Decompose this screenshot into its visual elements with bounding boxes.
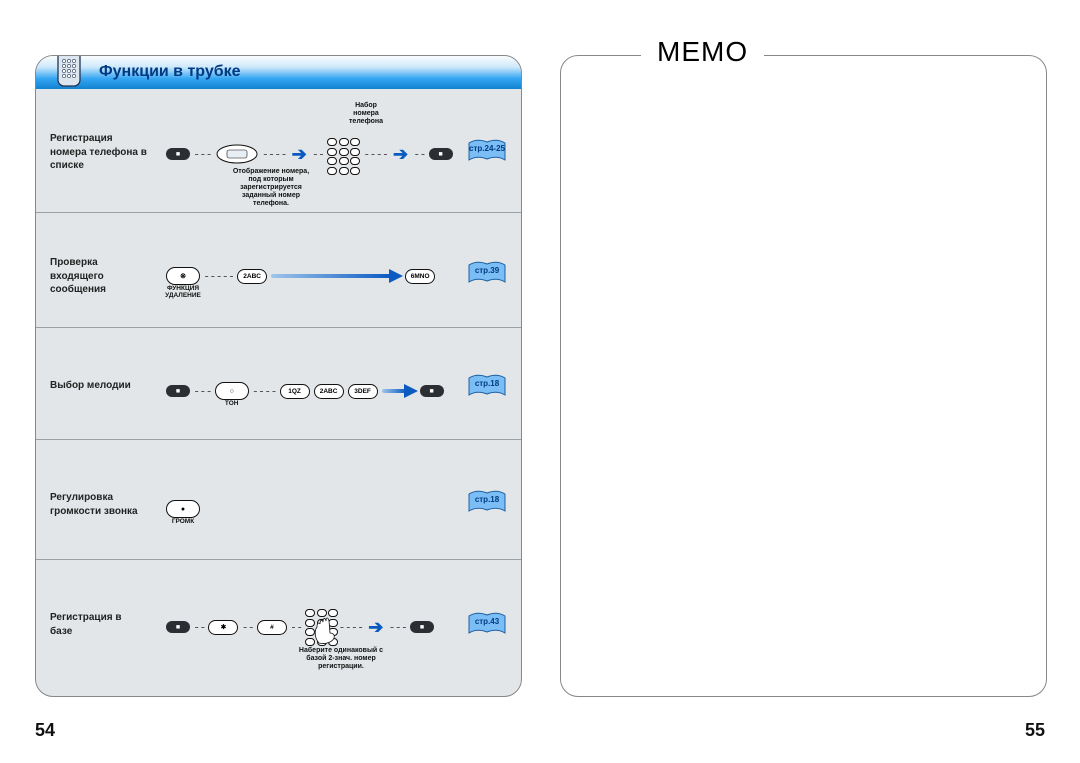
key-2-icon: 2ABC: [237, 269, 267, 284]
key-1-icon: 1QZ: [280, 384, 310, 399]
menu-button-icon: ■: [420, 385, 444, 397]
panel-title-bar: Функции в трубке: [35, 55, 522, 89]
row-label: Проверкавходящегосообщения: [50, 256, 106, 297]
row1-flow: ■ --- ---- ➔ --: [166, 140, 453, 168]
row5-footnote: Наберите одинаковый сбазой 2-знач. номер…: [271, 647, 411, 671]
row-label: Регулировкагромкости звонка: [50, 491, 138, 518]
functions-panel: Функции в трубке Регистрацияномера телеф…: [35, 55, 522, 697]
hash-key-icon: #: [257, 620, 287, 635]
hand-keypad-icon: [305, 609, 335, 645]
page-ref-book: стр.18: [467, 373, 507, 397]
lcd-caption: Отображение номера,под которымзарегистри…: [216, 168, 326, 208]
arrow-icon: ➔: [292, 144, 307, 165]
menu-button-icon: ■: [429, 148, 453, 160]
page-ref-book: стр.39: [467, 260, 507, 284]
handset-icon: [52, 55, 86, 97]
arrow-long-icon: [271, 274, 401, 278]
function-button-icon: ⊗: [166, 267, 200, 285]
page-ref-book: стр.18: [467, 489, 507, 513]
rows-area: Регистрацияномера телефона всписке ■ ---…: [36, 90, 521, 696]
menu-button-icon: ■: [166, 148, 190, 160]
row-label: Регистрация вбазе: [50, 611, 121, 638]
memo-panel: MEMO: [560, 55, 1047, 697]
row-volume: Регулировкагромкости звонка ● ГРОМК стр.…: [36, 439, 521, 560]
star-key-icon: ✱: [208, 620, 238, 635]
row-label: Выбор мелодии: [50, 379, 131, 393]
row5-flow: ■ -- ✱ -- # --: [166, 613, 434, 641]
page-ref-book: стр.43: [467, 611, 507, 635]
menu-button-icon: ■: [166, 385, 190, 397]
memo-title: MEMO: [641, 36, 764, 68]
key-2-icon: 2ABC: [314, 384, 344, 399]
volume-button-icon: ●: [166, 500, 200, 518]
row-register-base: Регистрация вбазе ■ -- ✱ -- # --: [36, 559, 521, 694]
row-register-number: Регистрацияномера телефона всписке ■ ---…: [36, 90, 521, 213]
key-3-icon: 3DEF: [348, 384, 378, 399]
key-6-icon: 6MNO: [405, 269, 435, 284]
row-check-message: Проверкавходящегосообщения ⊗ ФУНКЦИЯУДАЛ…: [36, 212, 521, 328]
arrow-icon: ➔: [393, 144, 408, 165]
row4-flow: ● ГРОМК: [166, 495, 200, 523]
keypad-caption: Наборномерателефона: [336, 102, 396, 126]
page-number-right: 55: [1025, 720, 1045, 741]
lcd-display-icon: [215, 142, 259, 166]
page-number-left: 54: [35, 720, 55, 741]
tone-button-icon: ○: [215, 382, 249, 400]
page-ref-book: стр.24-25: [467, 138, 507, 162]
row-label: Регистрацияномера телефона всписке: [50, 132, 147, 173]
keypad-icon: [327, 138, 360, 175]
row-melody: Выбор мелодии ■ --- ○ ТОН ---- 1QZ 2ABC: [36, 327, 521, 440]
menu-button-icon: ■: [410, 621, 434, 633]
panel-title: Функции в трубке: [99, 63, 241, 81]
arrow-long-icon: [382, 389, 416, 393]
arrow-icon: ➔: [368, 617, 383, 638]
menu-button-icon: ■: [166, 621, 190, 633]
row3-flow: ■ --- ○ ТОН ---- 1QZ 2ABC 3DEF ■: [166, 377, 444, 405]
row2-flow: ⊗ ФУНКЦИЯУДАЛЕНИЕ ----- 2ABC 6MNO: [166, 262, 435, 290]
